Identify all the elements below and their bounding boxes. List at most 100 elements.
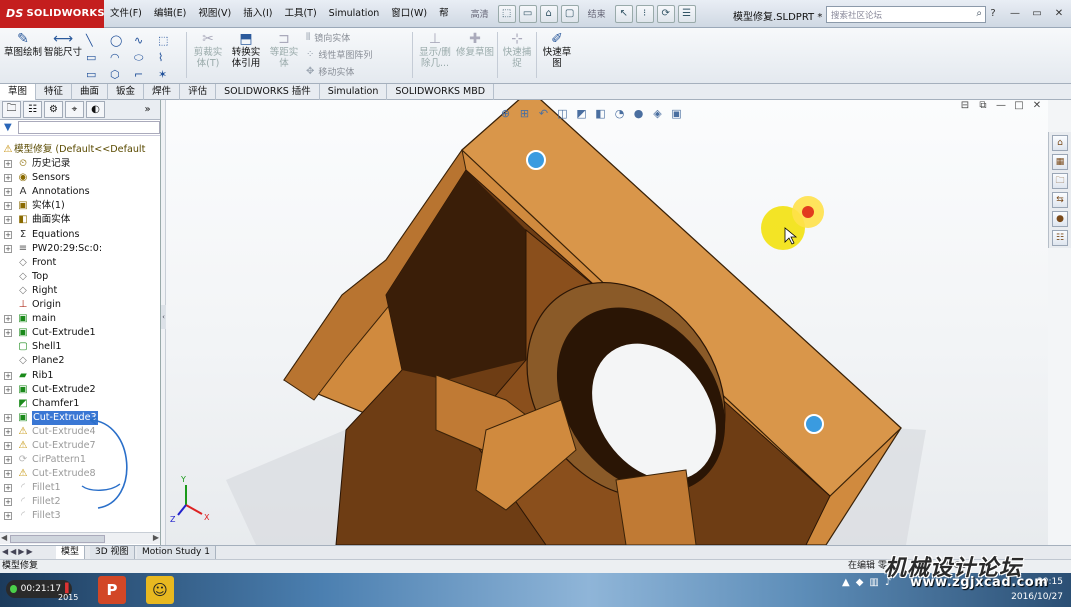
close-icon[interactable]: ✕ [1051, 6, 1067, 20]
scene-icon[interactable]: ◈ [650, 107, 665, 120]
smart-dimension-button[interactable]: ⟷ 智能尺寸 [44, 32, 82, 58]
tab-mbd[interactable]: SOLIDWORKS MBD [387, 84, 495, 100]
minimize-viewport-icon[interactable]: — [994, 100, 1008, 111]
ellipse-icon[interactable]: ⬭ [134, 49, 158, 66]
window-icon[interactable]: ▭ [518, 4, 537, 23]
feature-manager-tab-icon[interactable]: 🗀 [2, 101, 21, 118]
end-label[interactable]: 结束 [588, 7, 606, 20]
expand-toggle-icon[interactable]: + [4, 160, 12, 169]
tab-sheet-metal[interactable]: 钣金 [108, 84, 145, 100]
tree-item-[interactable]: + ⏲ 历史记录 [0, 157, 160, 171]
tree-item-shell1[interactable]: ▢ Shell1 [0, 340, 160, 354]
tab-model[interactable]: 模型 [56, 546, 86, 559]
region-icon[interactable]: ⬚ [497, 4, 516, 23]
dimxpert-tab-icon[interactable]: ⌖ [65, 101, 84, 118]
expand-toggle-icon[interactable]: + [4, 202, 12, 211]
tree-item-main[interactable]: + ▣ main [0, 312, 160, 326]
tab-nav-icons[interactable]: ◀◀▶▶ [2, 547, 35, 556]
search-input[interactable]: 搜索社区论坛 ⌕ [826, 6, 986, 23]
menu-help[interactable]: 帮 [433, 0, 455, 28]
line-icon[interactable]: ╲ [86, 32, 110, 49]
expand-toggle-icon[interactable]: + [4, 244, 12, 253]
rebuild-icon[interactable]: ⟳ [656, 4, 675, 23]
appearance-icon[interactable]: ● [631, 107, 646, 120]
tree-root[interactable]: ⚠ 模型修复 (Default<<Default [0, 143, 160, 158]
network-icon[interactable]: ▥ [869, 577, 878, 588]
tab-weldments[interactable]: 焊件 [144, 84, 181, 100]
sketch-button[interactable]: ✎ 草图绘制 [4, 32, 42, 58]
menu-file[interactable]: 文件(F) [104, 0, 148, 28]
tab-3d-views[interactable]: 3D 视图 [90, 546, 135, 559]
tab-motion-study[interactable]: Motion Study 1 [137, 546, 216, 559]
restore-icon[interactable]: ⧉ [976, 100, 990, 111]
tree-item-origin[interactable]: ⊥ Origin [0, 298, 160, 312]
tab-evaluate[interactable]: 评估 [180, 84, 217, 100]
tree-item-1[interactable]: + ▣ 实体(1) [0, 199, 160, 213]
expand-toggle-icon[interactable]: + [4, 216, 12, 225]
traffic-light-icon[interactable]: ⁝ [635, 4, 654, 23]
tray-app-icon[interactable]: ◆ [856, 577, 864, 588]
tree-item-annotations[interactable]: + A Annotations [0, 185, 160, 199]
previous-view-icon[interactable]: ↶ [536, 107, 551, 120]
powerpoint-icon[interactable]: P [98, 576, 126, 604]
convert-entities-button[interactable]: ⬒ 转换实体引用 [228, 32, 264, 69]
expand-toggle-icon[interactable]: + [4, 385, 12, 394]
tree-item-cut-extrude2[interactable]: + ▣ Cut-Extrude2 [0, 383, 160, 397]
display-style-icon[interactable]: ◧ [593, 107, 608, 120]
tree-item-[interactable]: + ◧ 曲面实体 [0, 213, 160, 227]
spline-icon[interactable]: ∿ [134, 32, 158, 49]
app-mascot-icon[interactable]: ☺ [146, 576, 174, 604]
expand-toggle-icon[interactable]: + [4, 441, 12, 450]
display-manager-tab-icon[interactable]: ◐ [86, 101, 105, 118]
linear-pattern-button[interactable]: ⁘ 线性草图阵列 [306, 48, 372, 61]
hide-show-icon[interactable]: ◔ [612, 107, 627, 120]
expand-toggle-icon[interactable]: + [4, 413, 12, 422]
options-icon[interactable]: ☰ [677, 4, 696, 23]
view-orientation-icon[interactable]: ◩ [574, 107, 589, 120]
sketch-pattern-icon[interactable]: ⬚ [158, 32, 182, 49]
point-icon[interactable]: ✶ [158, 66, 182, 83]
tab-sketch[interactable]: 草图 [0, 84, 37, 100]
trim-icon[interactable]: ⌇ [158, 49, 182, 66]
expand-toggle-icon[interactable]: + [4, 456, 12, 465]
expand-toggle-icon[interactable]: + [4, 512, 12, 521]
select-arrow-icon[interactable]: ↖ [614, 4, 633, 23]
tree-item-pw20-29-sc-0[interactable]: + ≡ PW20:29:Sc:0: [0, 242, 160, 256]
rapid-sketch-button[interactable]: ✐ 快速草图 [540, 32, 574, 69]
tree-item-chamfer1[interactable]: ◩ Chamfer1 [0, 397, 160, 411]
configuration-manager-tab-icon[interactable]: ⚙ [44, 101, 63, 118]
tree-item-cut-extrude1[interactable]: + ▣ Cut-Extrude1 [0, 326, 160, 340]
section-view-icon[interactable]: ◫ [555, 107, 570, 120]
tree-item-plane2[interactable]: ◇ Plane2 [0, 354, 160, 368]
scroll-right-icon[interactable]: ▶ [153, 533, 159, 542]
tree-item-right[interactable]: ◇ Right [0, 284, 160, 298]
home-icon[interactable]: ⌂ [539, 4, 558, 23]
scroll-thumb[interactable] [10, 535, 105, 543]
zoom-to-fit-icon[interactable]: ⊕ [498, 107, 513, 120]
property-manager-tab-icon[interactable]: ☷ [23, 101, 42, 118]
expand-toggle-icon[interactable]: + [4, 315, 12, 324]
tree-item-rib1[interactable]: + ▰ Rib1 [0, 369, 160, 383]
tab-features[interactable]: 特征 [36, 84, 73, 100]
close-viewport-icon[interactable]: ✕ [1030, 100, 1044, 111]
quick-snaps-button[interactable]: ⊹ 快速捕捉 [500, 32, 534, 69]
polygon-icon[interactable]: ⬡ [110, 66, 134, 83]
arc-icon[interactable]: ◠ [110, 49, 134, 66]
design-library-icon[interactable]: ▦ [1052, 154, 1068, 170]
expand-toggle-icon[interactable]: + [4, 470, 12, 479]
graphics-area[interactable]: Y X Z ⊕ ⊞ ↶ ◫ ◩ ◧ ◔ ● ◈ ▣ ⊟ ⧉ — □ ✕ [166, 100, 1048, 545]
help-icon[interactable]: ? [985, 6, 1001, 20]
search-icon[interactable]: ⌕ [976, 8, 982, 19]
custom-properties-icon[interactable]: ☷ [1052, 230, 1068, 246]
expand-toggle-icon[interactable]: + [4, 174, 12, 183]
appearances-icon[interactable]: ● [1052, 211, 1068, 227]
view-palette-icon[interactable]: ⇆ [1052, 192, 1068, 208]
expand-toggle-icon[interactable]: + [4, 427, 12, 436]
offset-entities-button[interactable]: ⊐ 等距实体 [266, 32, 302, 69]
maximize-viewport-icon[interactable]: □ [1012, 100, 1026, 111]
screen-icon[interactable]: ▢ [560, 4, 579, 23]
menu-tools[interactable]: 工具(T) [278, 0, 322, 28]
tab-addins[interactable]: SOLIDWORKS 插件 [216, 84, 320, 100]
slot-icon[interactable]: ▭ [86, 66, 110, 83]
file-explorer-icon[interactable]: 🗀 [1052, 173, 1068, 189]
